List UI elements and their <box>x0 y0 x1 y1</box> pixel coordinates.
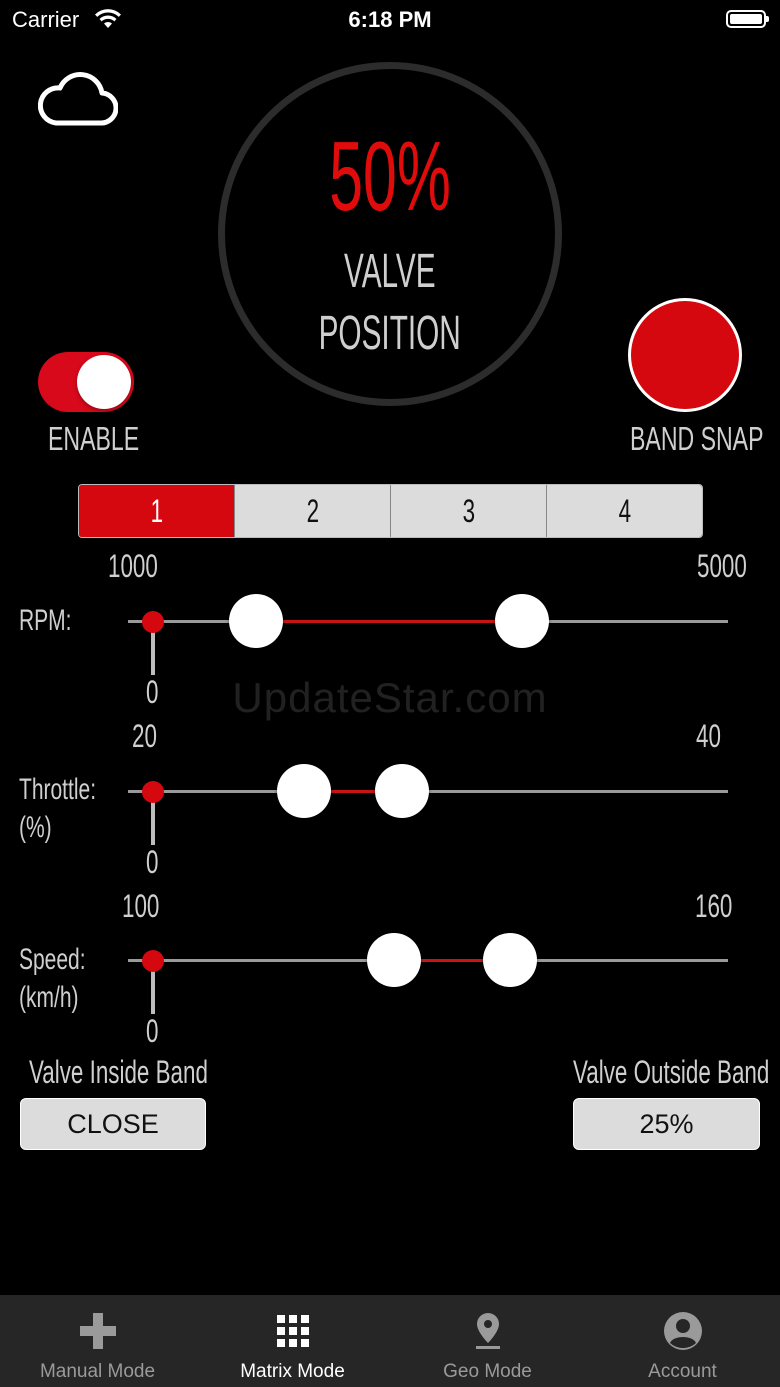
rpm-max-label: 5000 <box>697 548 747 584</box>
status-bar: Carrier 6:18 PM <box>0 0 780 44</box>
speed-label: Speed: (km/h) <box>19 943 86 1014</box>
throttle-label: Throttle: (%) <box>19 773 97 844</box>
status-time: 6:18 PM <box>348 7 432 32</box>
enable-toggle[interactable] <box>38 352 134 412</box>
outside-band-label: Valve Outside Band <box>573 1054 770 1090</box>
tab-label: Matrix Mode <box>240 1361 345 1382</box>
throttle-offset-handle[interactable] <box>142 781 164 803</box>
rpm-min-label: 1000 <box>108 548 158 584</box>
speed-low-thumb[interactable] <box>367 933 422 987</box>
inside-band-button[interactable]: CLOSE <box>20 1098 206 1150</box>
band-tab-3[interactable]: 3 <box>390 485 546 537</box>
speed-max-label: 160 <box>695 888 733 924</box>
location-pin-icon <box>475 1313 500 1349</box>
throttle-min-label: 20 <box>132 718 157 754</box>
throttle-max-label: 40 <box>696 718 721 754</box>
rpm-low-thumb[interactable] <box>228 594 283 648</box>
tab-matrix-mode[interactable]: Matrix Mode <box>195 1295 390 1387</box>
band-tab-2[interactable]: 2 <box>234 485 390 537</box>
position-label: POSITION <box>318 307 462 360</box>
speed-offset-handle[interactable] <box>142 950 164 972</box>
tab-bar: Manual Mode Matrix Mode Geo Mode Account <box>0 1295 780 1387</box>
band-snap-button[interactable] <box>628 298 742 412</box>
speed-high-thumb[interactable] <box>482 933 537 987</box>
grid-icon <box>276 1315 309 1347</box>
rpm-range-slider[interactable] <box>128 591 728 675</box>
speed-range-slider[interactable] <box>128 930 728 1014</box>
rpm-offset-stem <box>151 629 155 675</box>
band-selector: 1 2 3 4 <box>78 484 703 538</box>
battery-icon <box>726 10 769 28</box>
tab-label: Manual Mode <box>39 1361 156 1382</box>
tab-geo-mode[interactable]: Geo Mode <box>390 1295 585 1387</box>
speed-offset-stem <box>151 968 155 1014</box>
band-tab-1[interactable]: 1 <box>79 485 234 537</box>
throttle-offset-label: 0 <box>146 844 159 880</box>
valve-position-value: 50% <box>329 121 451 231</box>
tab-label: Geo Mode <box>443 1361 532 1382</box>
throttle-low-thumb[interactable] <box>276 764 331 818</box>
tab-account[interactable]: Account <box>585 1295 780 1387</box>
rpm-high-thumb[interactable] <box>494 594 549 648</box>
rpm-slider-range <box>255 620 522 623</box>
speed-offset-label: 0 <box>146 1013 159 1049</box>
throttle-offset-stem <box>151 799 155 845</box>
rpm-offset-label: 0 <box>146 674 159 710</box>
rpm-offset-handle[interactable] <box>142 611 164 633</box>
gamepad-icon <box>79 1313 116 1349</box>
account-icon <box>663 1312 702 1350</box>
throttle-range-slider[interactable] <box>128 761 728 845</box>
enable-label: ENABLE <box>48 420 140 457</box>
throttle-high-thumb[interactable] <box>374 764 429 818</box>
band-snap-label: BAND SNAP <box>630 420 764 457</box>
rpm-label: RPM: <box>19 604 72 637</box>
inside-band-label: Valve Inside Band <box>29 1054 208 1090</box>
valve-label: VALVE <box>344 245 436 298</box>
tab-manual-mode[interactable]: Manual Mode <box>0 1295 195 1387</box>
watermark: UpdateStar.com <box>232 674 548 721</box>
cloud-icon[interactable] <box>37 72 119 133</box>
band-tab-4[interactable]: 4 <box>546 485 702 537</box>
speed-min-label: 100 <box>122 888 160 924</box>
outside-band-button[interactable]: 25% <box>573 1098 760 1150</box>
tab-label: Account <box>648 1361 717 1382</box>
